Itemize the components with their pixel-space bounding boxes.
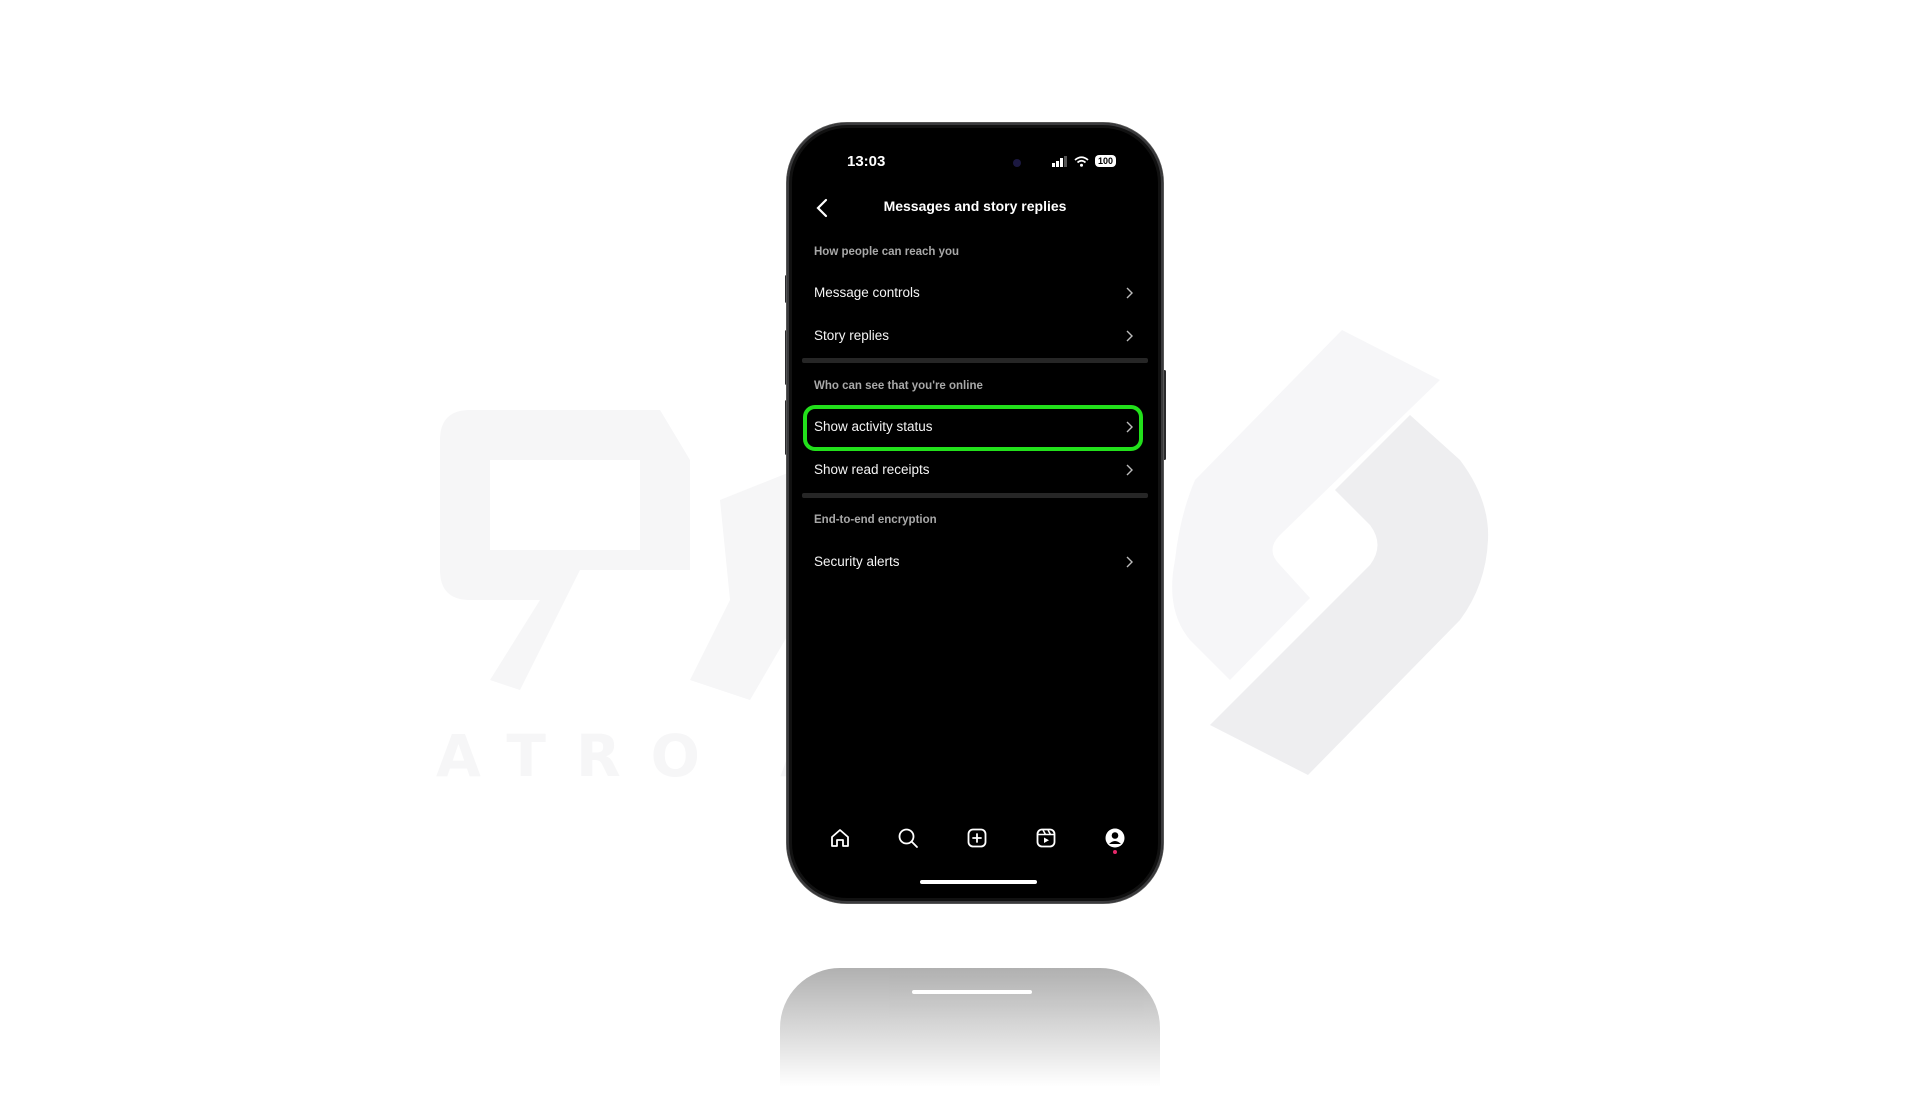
chevron-right-icon — [1126, 556, 1133, 568]
tab-bar — [787, 823, 1163, 859]
section-divider — [802, 493, 1148, 498]
tab-create[interactable] — [962, 823, 992, 853]
profile-icon — [1105, 828, 1125, 848]
tab-profile[interactable] — [1100, 823, 1130, 853]
battery-indicator: 100 — [1095, 155, 1117, 167]
watermark-logo-left — [440, 410, 820, 700]
chevron-right-icon — [1126, 464, 1133, 476]
chevron-right-icon — [1126, 287, 1133, 299]
tab-search[interactable] — [893, 823, 923, 853]
menu-item-label: Security alerts — [814, 554, 900, 569]
section-heading: Who can see that you're online — [814, 380, 983, 392]
section-heading: End-to-end encryption — [814, 514, 937, 526]
search-icon — [898, 828, 918, 848]
menu-item-label: Message controls — [814, 285, 920, 300]
camera-dot — [1013, 159, 1021, 167]
phone-power-button — [1163, 370, 1166, 460]
tab-reels[interactable] — [1031, 823, 1061, 853]
menu-item-show-activity-status[interactable]: Show activity status — [804, 407, 1146, 447]
menu-item-show-read-receipts[interactable]: Show read receipts — [804, 450, 1146, 490]
wifi-icon — [1074, 155, 1089, 167]
home-indicator — [920, 880, 1037, 884]
menu-item-security-alerts[interactable]: Security alerts — [804, 542, 1146, 582]
plus-square-icon — [967, 828, 987, 848]
menu-item-message-controls[interactable]: Message controls — [804, 273, 1146, 313]
status-icons: 100 — [1052, 155, 1117, 167]
menu-item-label: Show read receipts — [814, 462, 930, 477]
status-time: 13:03 — [847, 153, 886, 170]
menu-item-label: Show activity status — [814, 419, 933, 434]
tab-home[interactable] — [825, 823, 855, 853]
page-title: Messages and story replies — [883, 198, 1067, 214]
watermark-logo-right — [1172, 330, 1489, 775]
phone-frame: 13:03 100 Messages and story replies How… — [787, 123, 1163, 903]
reflection-home-indicator — [912, 990, 1032, 994]
notification-dot — [1113, 850, 1117, 854]
menu-item-story-replies[interactable]: Story replies — [804, 316, 1146, 356]
nav-bar: Messages and story replies — [787, 195, 1163, 221]
reels-icon — [1036, 828, 1056, 848]
section-divider — [802, 358, 1148, 363]
section-heading: How people can reach you — [814, 246, 960, 258]
chevron-right-icon — [1126, 421, 1133, 433]
menu-item-label: Story replies — [814, 328, 890, 343]
chevron-right-icon — [1126, 330, 1133, 342]
signal-icon — [1052, 155, 1067, 167]
home-icon — [831, 829, 849, 847]
phone-reflection — [780, 968, 1160, 1108]
